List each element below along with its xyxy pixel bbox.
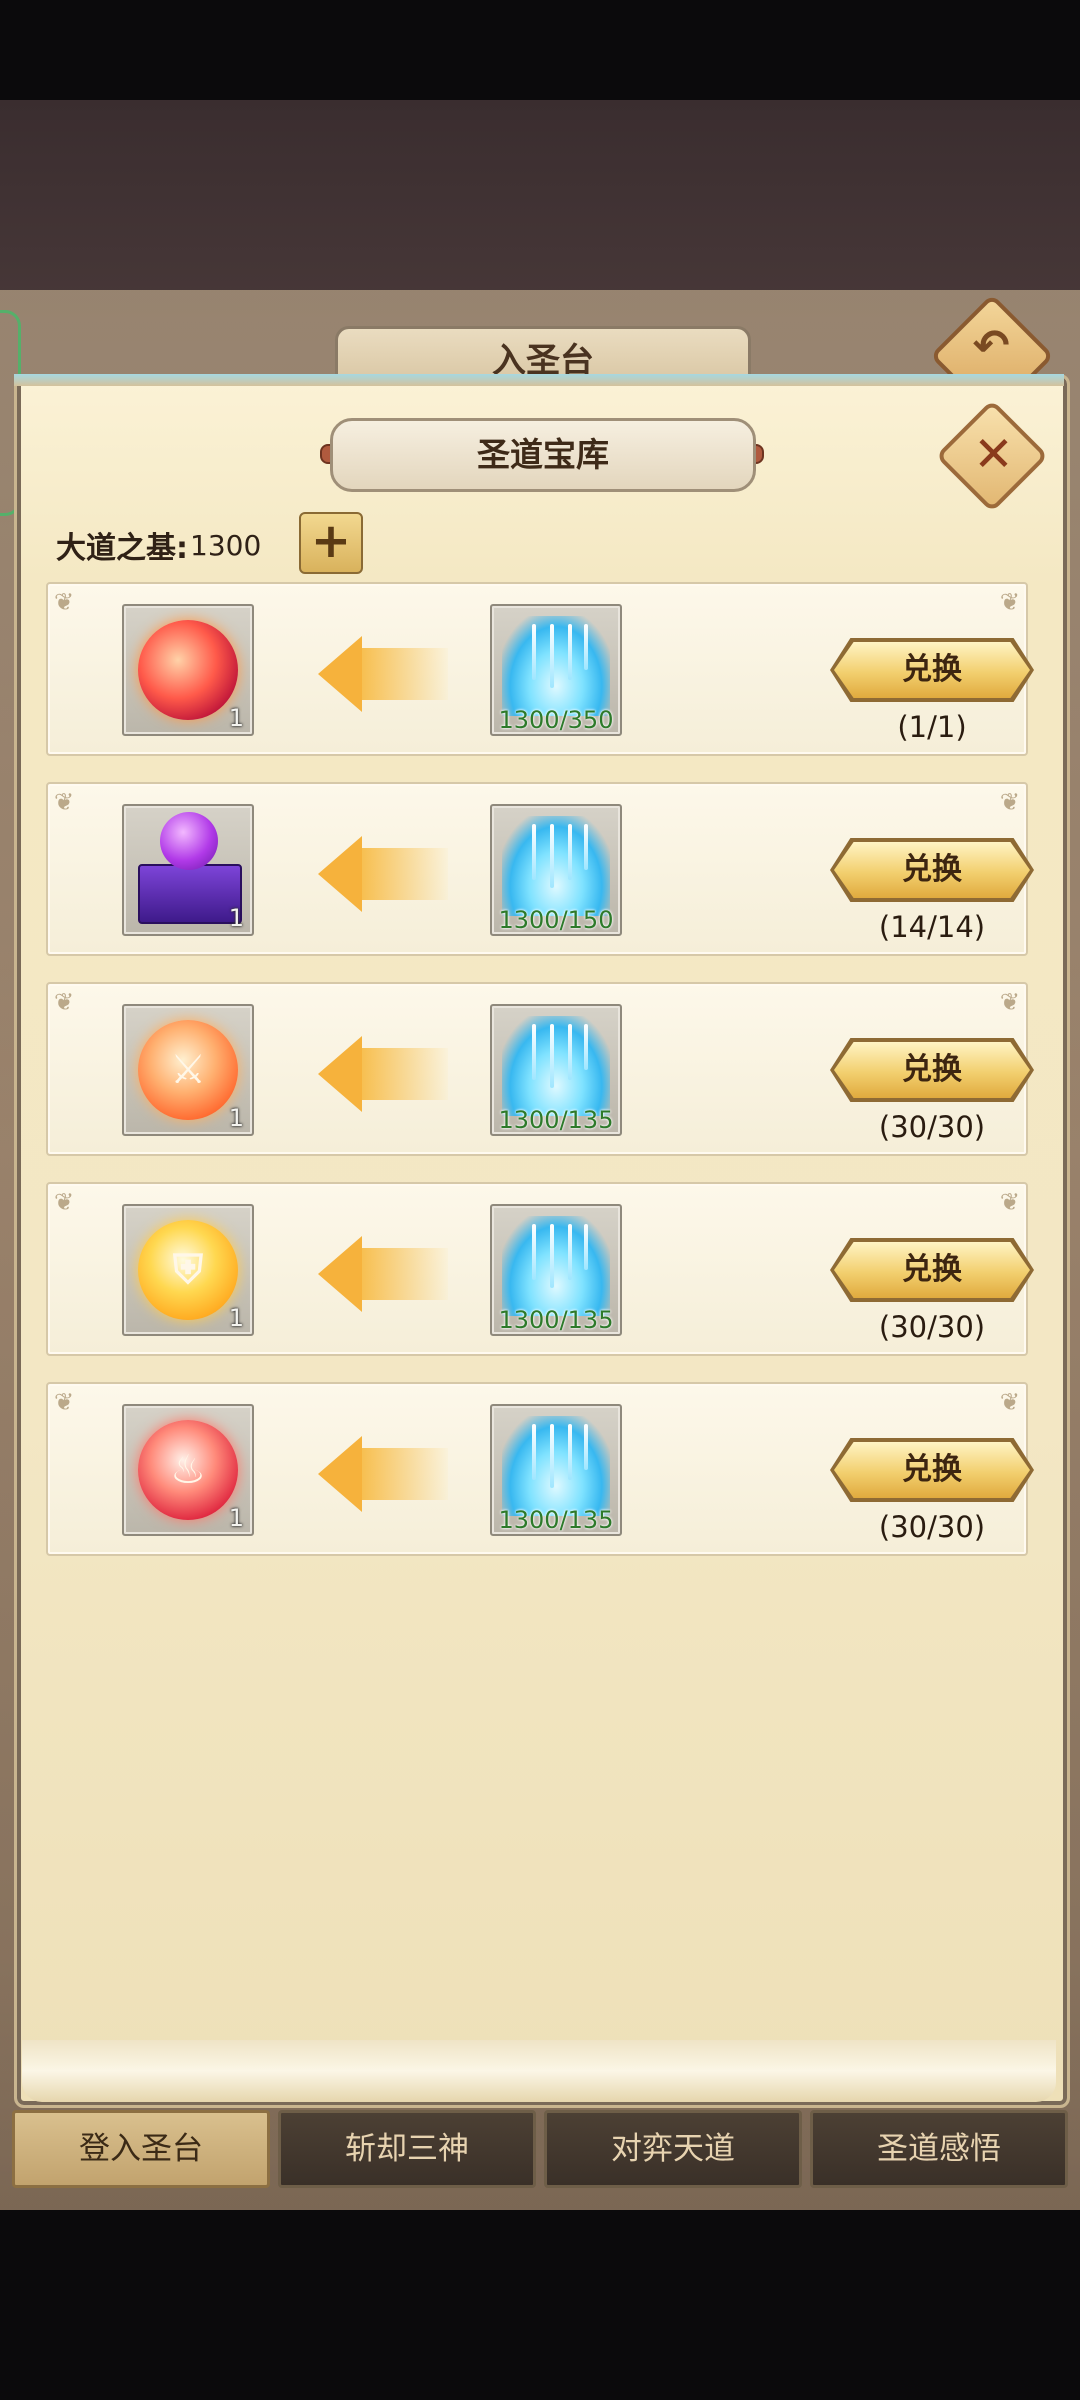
reward-item-slot[interactable]: ♨ 1 bbox=[122, 1404, 254, 1536]
corner-ornament: ❦ bbox=[999, 788, 1020, 816]
cost-item-slot[interactable]: 1300/350 bbox=[490, 604, 622, 736]
purple-orb-icon bbox=[160, 812, 218, 870]
reward-count: 1 bbox=[228, 704, 244, 732]
sword-orb-icon: ⚔ bbox=[138, 1020, 238, 1120]
cost-progress: 1300/350 bbox=[498, 706, 614, 734]
exchange-row: ❦ ❦ 1 1300/150 兑换 (14/14) bbox=[46, 782, 1034, 956]
currency-value: 1300 bbox=[190, 528, 262, 562]
tab-enter-altar[interactable]: 登入圣台 bbox=[12, 2110, 270, 2188]
reward-count: 1 bbox=[228, 1104, 244, 1132]
corner-ornament: ❦ bbox=[999, 1188, 1020, 1216]
fountain-icon bbox=[502, 1416, 610, 1516]
exchange-button[interactable]: 兑换 bbox=[834, 842, 1030, 898]
fire-orb-icon: ♨ bbox=[138, 1420, 238, 1520]
corner-ornament: ❦ bbox=[54, 788, 75, 816]
corner-ornament: ❦ bbox=[54, 588, 75, 616]
cost-item-slot[interactable]: 1300/135 bbox=[490, 1404, 622, 1536]
cost-progress: 1300/135 bbox=[498, 1306, 614, 1334]
cost-progress: 1300/135 bbox=[498, 1506, 614, 1534]
corner-ornament: ❦ bbox=[999, 588, 1020, 616]
arrow-left-icon bbox=[318, 1036, 448, 1112]
arrow-left-icon bbox=[318, 1236, 448, 1312]
corner-ornament: ❦ bbox=[54, 1188, 75, 1216]
corner-ornament: ❦ bbox=[999, 1388, 1020, 1416]
close-icon: ✕ bbox=[973, 426, 1014, 483]
dialog-title: 圣道宝库 bbox=[330, 418, 756, 492]
cost-item-slot[interactable]: 1300/135 bbox=[490, 1204, 622, 1336]
exchange-button[interactable]: 兑换 bbox=[834, 642, 1030, 698]
scroll-bottom-curl bbox=[22, 2040, 1056, 2102]
cost-item-slot[interactable]: 1300/135 bbox=[490, 1004, 622, 1136]
corner-ornament: ❦ bbox=[54, 988, 75, 1016]
fountain-icon bbox=[502, 816, 610, 916]
bottom-tab-bar: 登入圣台 斩却三神 对弈天道 圣道感悟 bbox=[12, 2110, 1068, 2188]
corner-ornament: ❦ bbox=[54, 1388, 75, 1416]
exchange-limit: (30/30) bbox=[878, 1310, 986, 1344]
exchange-row: ❦ ❦ 1 1300/350 兑换 (1/1) bbox=[46, 582, 1034, 756]
gold-shield-orb-icon: ⛨ bbox=[138, 1220, 238, 1320]
tab-duel-heaven[interactable]: 对弈天道 bbox=[544, 2110, 802, 2188]
reward-item-slot[interactable]: 1 bbox=[122, 804, 254, 936]
exchange-button[interactable]: 兑换 bbox=[834, 1242, 1030, 1298]
exchange-button[interactable]: 兑换 bbox=[834, 1442, 1030, 1498]
cost-item-slot[interactable]: 1300/150 bbox=[490, 804, 622, 936]
bottom-dark-area bbox=[0, 2210, 1080, 2400]
reward-count: 1 bbox=[228, 1504, 244, 1532]
reward-count: 1 bbox=[228, 1304, 244, 1332]
exchange-limit: (14/14) bbox=[878, 910, 986, 944]
tab-saint-insight[interactable]: 圣道感悟 bbox=[810, 2110, 1068, 2188]
exchange-limit: (30/30) bbox=[878, 1110, 986, 1144]
reward-item-slot[interactable]: 1 bbox=[122, 604, 254, 736]
fountain-icon bbox=[502, 1016, 610, 1116]
dialog-top-edge bbox=[14, 374, 1064, 386]
corner-ornament: ❦ bbox=[999, 988, 1020, 1016]
cost-progress: 1300/135 bbox=[498, 1106, 614, 1134]
arrow-left-icon bbox=[318, 836, 448, 912]
exchange-row: ❦ ❦ ♨ 1 1300/135 兑换 (30/30) bbox=[46, 1382, 1034, 1556]
currency-display: 大道之基: 1300 bbox=[56, 520, 261, 570]
exchange-button[interactable]: 兑换 bbox=[834, 1042, 1030, 1098]
red-orb-icon bbox=[138, 620, 238, 720]
back-arrow-icon: ↶ bbox=[972, 320, 1010, 372]
purple-box-icon bbox=[138, 864, 242, 924]
exchange-row: ❦ ❦ ⚔ 1 1300/135 兑换 (30/30) bbox=[46, 982, 1034, 1156]
add-currency-button[interactable]: + bbox=[299, 512, 363, 574]
tab-slay-three-gods[interactable]: 斩却三神 bbox=[278, 2110, 536, 2188]
arrow-left-icon bbox=[318, 1436, 448, 1512]
fountain-icon bbox=[502, 616, 610, 716]
currency-label: 大道之基: bbox=[56, 531, 188, 566]
exchange-limit: (30/30) bbox=[878, 1510, 986, 1544]
reward-count: 1 bbox=[228, 904, 244, 932]
reward-item-slot[interactable]: ⚔ 1 bbox=[122, 1004, 254, 1136]
exchange-limit: (1/1) bbox=[897, 710, 967, 744]
exchange-row: ❦ ❦ ⛨ 1 1300/135 兑换 (30/30) bbox=[46, 1182, 1034, 1356]
fountain-icon bbox=[502, 1216, 610, 1316]
reward-item-slot[interactable]: ⛨ 1 bbox=[122, 1204, 254, 1336]
cost-progress: 1300/150 bbox=[498, 906, 614, 934]
arrow-left-icon bbox=[318, 636, 448, 712]
